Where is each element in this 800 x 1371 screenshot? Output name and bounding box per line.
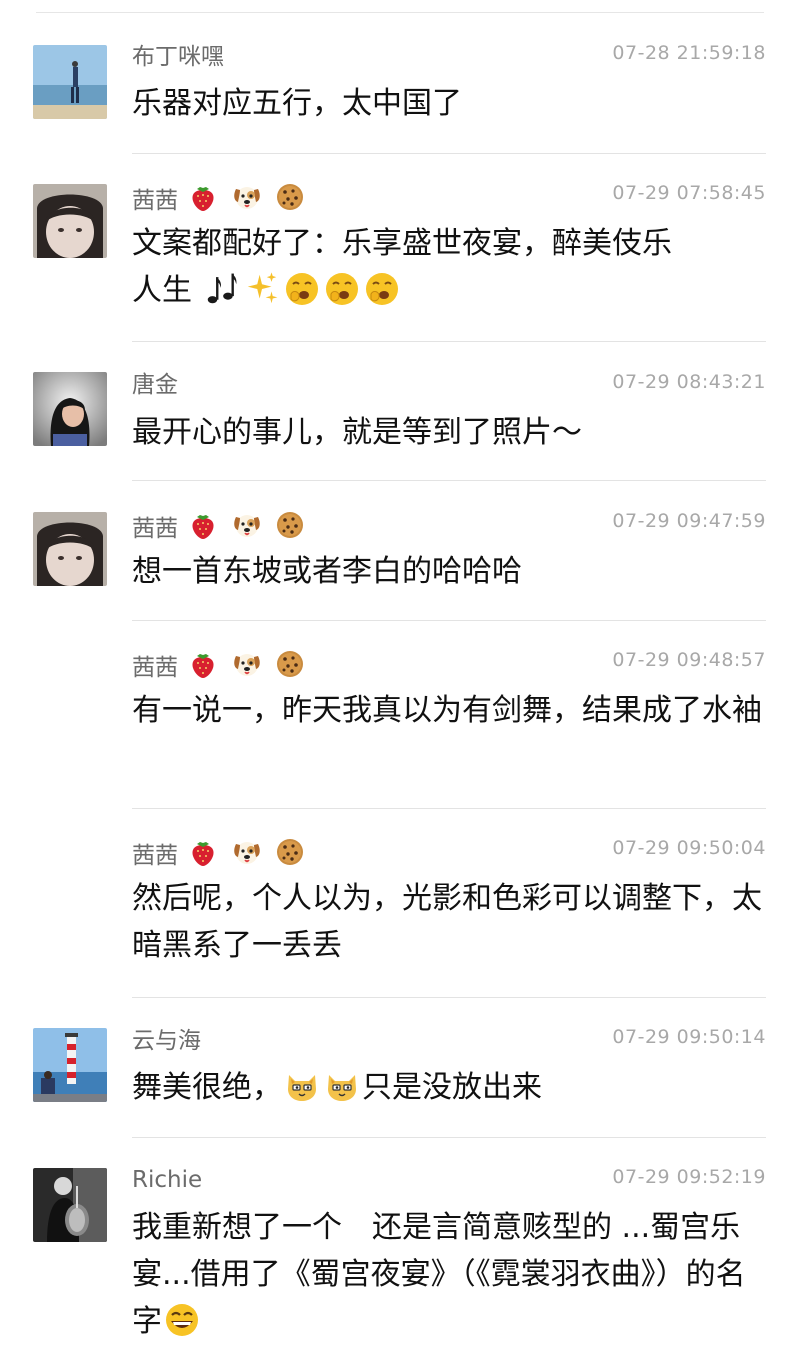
comment-time: 07-28 21:59:18: [612, 42, 766, 64]
grinning-face-icon: [163, 1301, 201, 1339]
yawning-face-icon: [323, 270, 361, 308]
strawberry-icon: [187, 181, 219, 213]
comment-text: 然后呢，个人以为，光影和色彩可以调整下，太暗黑系了一丢丢: [132, 881, 762, 963]
comment-author-row: 茜茜: [132, 836, 308, 871]
comment-text: 有一说一，昨天我真以为有剑舞，结果成了水袖: [132, 693, 762, 728]
dog-face-icon: [231, 836, 263, 868]
comment-text: 文案都配好了：乐享盛世夜宴，醉美伎乐 人生: [132, 220, 772, 314]
comment-time: 07-29 07:58:45: [612, 182, 766, 204]
comment-author[interactable]: 布丁咪嘿: [132, 42, 224, 72]
avatar[interactable]: [33, 372, 107, 446]
comment-author[interactable]: 茜茜: [132, 188, 178, 214]
strawberry-icon: [187, 648, 219, 680]
dog-face-icon: [231, 509, 263, 541]
separator: [132, 997, 766, 998]
sparkles-icon: [243, 270, 281, 308]
separator: [132, 153, 766, 154]
strawberry-icon: [187, 836, 219, 868]
cat-face-icon: [323, 1067, 361, 1105]
separator: [132, 620, 766, 621]
cookie-icon: [274, 181, 306, 213]
comment-author[interactable]: 茜茜: [132, 655, 178, 681]
comment-author[interactable]: Richie: [132, 1165, 202, 1195]
dog-face-icon: [231, 181, 263, 213]
comment-text: 最开心的事儿，就是等到了照片～: [132, 415, 582, 450]
comment-author-row: 茜茜: [132, 181, 308, 216]
comment-text-part: 文案都配好了：乐享盛世夜宴，醉美伎乐: [132, 226, 672, 261]
comment-text-part: 人生: [132, 273, 192, 308]
comment-author-row: 茜茜: [132, 509, 308, 544]
comment-text: 我重新想了一个 还是言简意赅型的 ...蜀宫乐宴...借用了《蜀宫夜宴》（《霓裳…: [132, 1204, 772, 1345]
comment-text-part: 我重新想了一个 还是言简意赅型的 ...蜀宫乐宴...借用了《蜀宫夜宴》（《霓裳…: [132, 1210, 746, 1339]
separator: [132, 808, 766, 809]
separator: [132, 341, 766, 342]
avatar[interactable]: [33, 1168, 107, 1242]
cat-face-icon: [283, 1067, 321, 1105]
avatar[interactable]: [33, 45, 107, 119]
avatar[interactable]: [33, 184, 107, 258]
comment-time: 07-29 09:47:59: [612, 510, 766, 532]
comment-text: 乐器对应五行，太中国了: [132, 86, 462, 121]
musical-notes-icon: [203, 270, 241, 308]
comment-author[interactable]: 云与海: [132, 1026, 201, 1056]
cookie-icon: [274, 509, 306, 541]
comment-text-part: 舞美很绝，: [132, 1070, 282, 1105]
top-divider: [36, 12, 764, 13]
comment-author[interactable]: 唐金: [132, 370, 178, 400]
strawberry-icon: [187, 509, 219, 541]
comment-time: 07-29 09:48:57: [612, 649, 766, 671]
cookie-icon: [274, 836, 306, 868]
comment-author-row: 茜茜: [132, 648, 308, 683]
yawning-face-icon: [363, 270, 401, 308]
comment-time: 07-29 08:43:21: [612, 371, 766, 393]
comment-time: 07-29 09:50:04: [612, 837, 766, 859]
comment-text: 想一首东坡或者李白的哈哈哈: [132, 554, 522, 589]
cookie-icon: [274, 648, 306, 680]
separator: [132, 480, 766, 481]
avatar[interactable]: [33, 1028, 107, 1102]
comment-time: 07-29 09:52:19: [612, 1166, 766, 1188]
avatar[interactable]: [33, 512, 107, 586]
comment-time: 07-29 09:50:14: [612, 1026, 766, 1048]
comment-author[interactable]: 茜茜: [132, 843, 178, 869]
comment-author[interactable]: 茜茜: [132, 516, 178, 542]
yawning-face-icon: [283, 270, 321, 308]
comment-text-part: 只是没放出来: [362, 1070, 542, 1105]
comment-text: 舞美很绝， 只是没放出来: [132, 1064, 772, 1111]
separator: [132, 1137, 766, 1138]
dog-face-icon: [231, 648, 263, 680]
